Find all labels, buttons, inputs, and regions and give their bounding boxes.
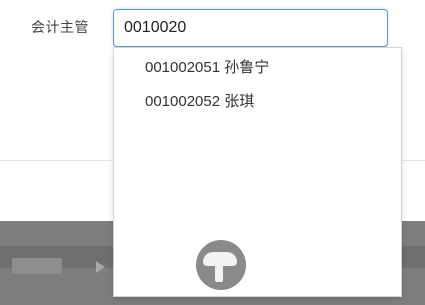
dropdown-option[interactable]: 001002052 张琪	[145, 90, 254, 111]
blurred-button	[12, 258, 62, 274]
watermark-url: www.heiqu.com	[266, 280, 365, 296]
dropdown-option[interactable]: 001002051 孙鲁宁	[145, 56, 269, 77]
accounting-supervisor-label: 会计主管	[31, 19, 89, 35]
mushroom-logo-icon	[196, 240, 246, 290]
play-icon	[96, 261, 105, 273]
accounting-supervisor-input[interactable]	[113, 9, 388, 47]
watermark: 黑区网络 www.heiqu.com	[196, 238, 425, 305]
